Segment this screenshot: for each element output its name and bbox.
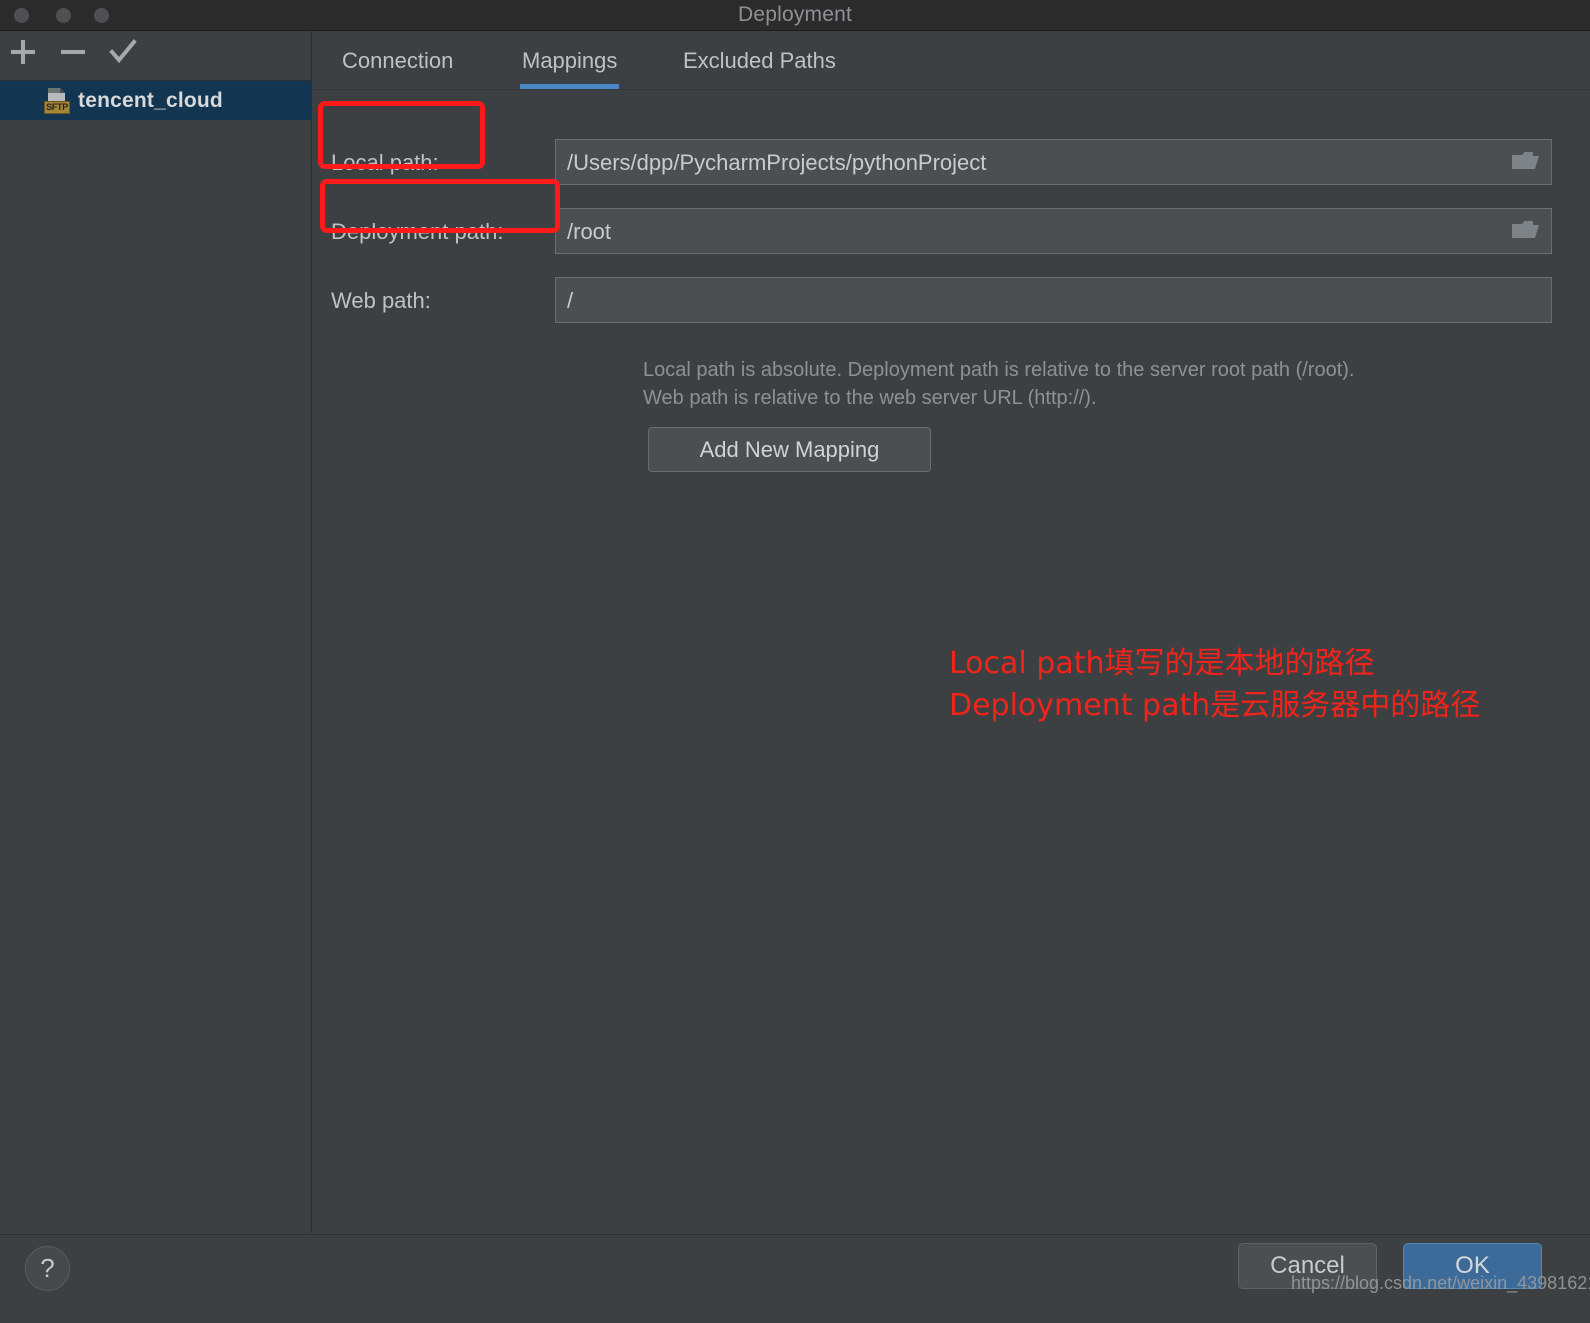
web-path-label: Web path: [331, 288, 431, 313]
tab-mappings[interactable]: Mappings [520, 31, 620, 89]
main-panel: Connection Mappings Excluded Paths Local… [312, 31, 1590, 1233]
local-path-label: Local path: [331, 150, 439, 175]
web-path-value: / [567, 288, 574, 313]
set-default-server-button[interactable] [103, 37, 143, 75]
annotation-text: Local path填写的是本地的路径 Deployment path是云服务器… [949, 643, 1480, 727]
deployment-path-input[interactable]: /root [555, 208, 1552, 254]
deployment-path-value: /root [567, 219, 612, 244]
sidebar-toolbar [0, 31, 311, 81]
annotation-line-1: Local path填写的是本地的路径 [949, 646, 1375, 681]
local-path-value: /Users/dpp/PycharmProjects/pythonProject [567, 150, 987, 175]
web-path-input[interactable]: / [555, 277, 1552, 323]
folder-icon [1512, 152, 1539, 169]
minus-icon [61, 50, 85, 54]
servers-sidebar: SFTP tencent_cloud [0, 31, 312, 1233]
sidebar-item-label: tencent_cloud [78, 88, 223, 112]
tab-connection[interactable]: Connection [340, 31, 455, 89]
server-list: SFTP tencent_cloud [0, 81, 311, 120]
tab-bar: Connection Mappings Excluded Paths [312, 31, 1590, 90]
annotation-line-2: Deployment path是云服务器中的路径 [949, 688, 1481, 723]
remove-server-button[interactable] [53, 37, 93, 75]
local-path-input[interactable]: /Users/dpp/PycharmProjects/pythonProject [555, 139, 1552, 185]
deployment-path-browse-button[interactable] [1511, 218, 1541, 244]
mappings-hint: Local path is absolute. Deployment path … [643, 356, 1354, 412]
sftp-server-icon: SFTP [44, 87, 70, 115]
sidebar-item-tencent-cloud[interactable]: SFTP tencent_cloud [0, 81, 311, 120]
plus-icon [11, 40, 35, 64]
checkmark-icon [109, 39, 137, 64]
add-server-button[interactable] [3, 37, 43, 75]
hint-line-2: Web path is relative to the web server U… [643, 387, 1097, 409]
help-button[interactable]: ? [25, 1246, 70, 1291]
tab-excluded-paths[interactable]: Excluded Paths [681, 31, 838, 89]
folder-icon [1512, 221, 1539, 238]
add-new-mapping-button[interactable]: Add New Mapping [648, 427, 931, 472]
window-titlebar: Deployment [0, 0, 1590, 31]
sftp-badge: SFTP [44, 100, 70, 114]
window-title: Deployment [737, 3, 853, 26]
local-path-browse-button[interactable] [1511, 149, 1541, 175]
watermark-text: https://blog.csdn.net/weixin_43981621 [1291, 1273, 1590, 1293]
deployment-path-label: Deployment path: [331, 219, 504, 244]
hint-line-1: Local path is absolute. Deployment path … [643, 359, 1355, 381]
